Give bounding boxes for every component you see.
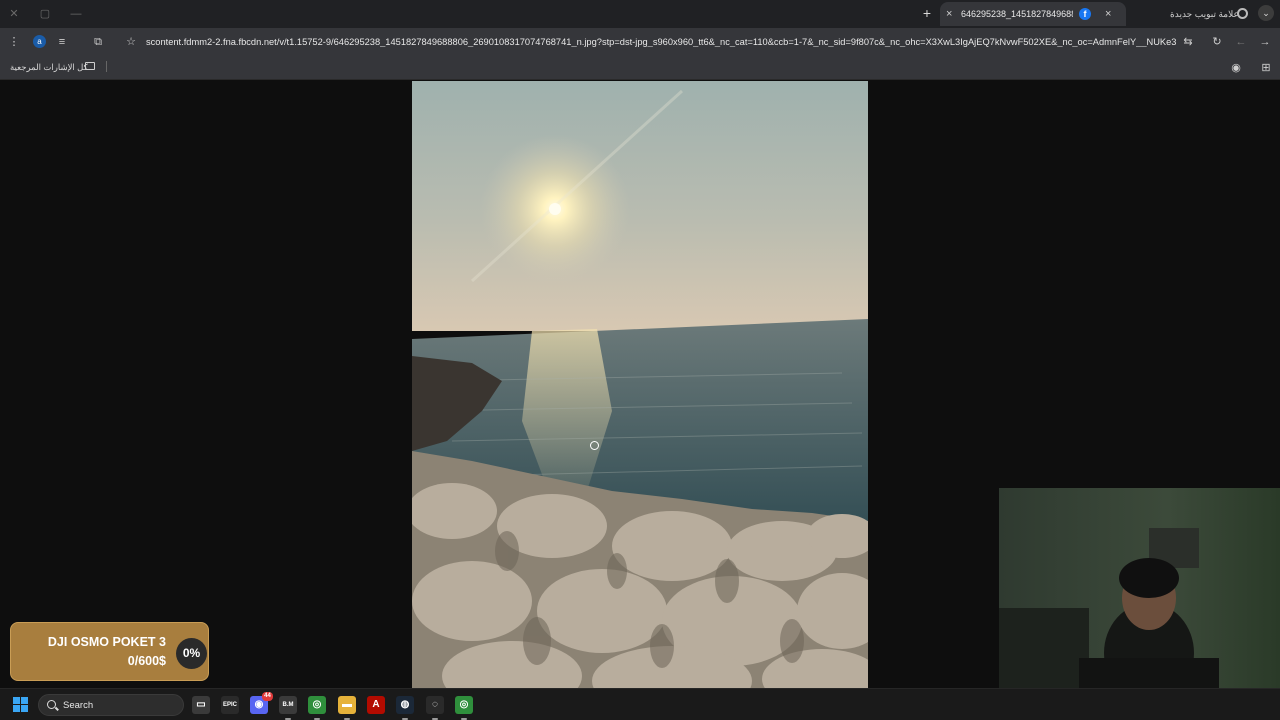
search-placeholder: Search: [63, 700, 94, 711]
apps-icon[interactable]: ⊞: [1258, 60, 1274, 76]
windows-taskbar: Search ▭ EPIC ◉ 44 B.M ◎ ▬ A ◍ ◌ ◎: [0, 688, 1280, 720]
steam-icon[interactable]: ◍: [396, 696, 414, 714]
zoom-cursor-icon: [590, 441, 599, 450]
chrome-icon[interactable]: ◎: [455, 696, 473, 714]
webcam-overlay: [999, 488, 1280, 688]
obs-icon[interactable]: ◌: [426, 696, 444, 714]
restore-window-icon[interactable]: ▢: [37, 6, 53, 22]
tab-list-button[interactable]: ⌄: [1258, 5, 1274, 21]
acrobat-icon[interactable]: A: [367, 696, 385, 714]
back-icon[interactable]: ←: [1233, 34, 1249, 50]
browser-title-bar: ✕ ▢ — + × 646295238_1451827849688806_269…: [0, 0, 1280, 28]
new-tab-button[interactable]: +: [919, 4, 935, 22]
bookmarks-bar: كل الإشارات المرجعية ◉ ⊞: [0, 56, 1280, 80]
viewed-image[interactable]: [412, 81, 868, 688]
goal-widget: DJI OSMO POKET 3 0/600$ 0%: [10, 622, 209, 681]
folder-icon: [85, 62, 95, 70]
extensions-icon[interactable]: ⧉: [90, 34, 106, 50]
goal-amount: 0/600$: [127, 654, 166, 668]
minimize-window-icon[interactable]: —: [68, 6, 84, 22]
taskbar-search[interactable]: Search: [38, 694, 184, 716]
epic-games-icon[interactable]: EPIC: [221, 696, 239, 714]
menu-icon[interactable]: ⋮: [6, 34, 22, 50]
task-view-icon[interactable]: ▭: [192, 696, 210, 714]
bookmark-star-icon[interactable]: ☆: [123, 34, 139, 50]
separator: [106, 61, 107, 72]
reload-icon[interactable]: ↻: [1209, 34, 1225, 50]
facebook-icon: f: [1079, 8, 1091, 20]
profile-avatar[interactable]: a: [33, 35, 46, 48]
discord-icon[interactable]: ◉ 44: [250, 692, 273, 714]
goal-title: DJI OSMO POKET 3: [47, 635, 166, 649]
windows-start-icon[interactable]: [13, 697, 29, 713]
goal-progress-percent: 0%: [176, 638, 207, 669]
tab-search-icon[interactable]: ≡: [54, 34, 70, 50]
search-icon: [47, 700, 56, 709]
site-settings-icon[interactable]: ⇆: [1180, 34, 1196, 50]
tab-title: علامة تبويب جديدة: [1170, 9, 1239, 19]
address-bar[interactable]: scontent.fdmm2-2.fna.fbcdn.net/v/t1.1575…: [146, 37, 1176, 47]
folder-icon[interactable]: ▬: [338, 696, 356, 714]
chrome-icon: [1237, 8, 1248, 19]
app-icon[interactable]: B.M: [279, 696, 297, 714]
forward-icon[interactable]: →: [1257, 34, 1273, 50]
close-window-icon[interactable]: ✕: [6, 6, 22, 22]
chrome-icon[interactable]: ◎: [308, 696, 326, 714]
tab-image[interactable]: × 646295238_1451827849688806_26901083170…: [940, 2, 1126, 26]
notification-badge: 44: [262, 692, 273, 701]
close-tab-icon[interactable]: ×: [946, 2, 952, 26]
tab-title: 646295238_1451827849688806_2690108317074…: [961, 9, 1073, 19]
all-bookmarks-label[interactable]: كل الإشارات المرجعية: [10, 62, 88, 73]
close-tab-icon[interactable]: ×: [1105, 2, 1111, 26]
globe-icon[interactable]: ◉: [1228, 60, 1244, 76]
